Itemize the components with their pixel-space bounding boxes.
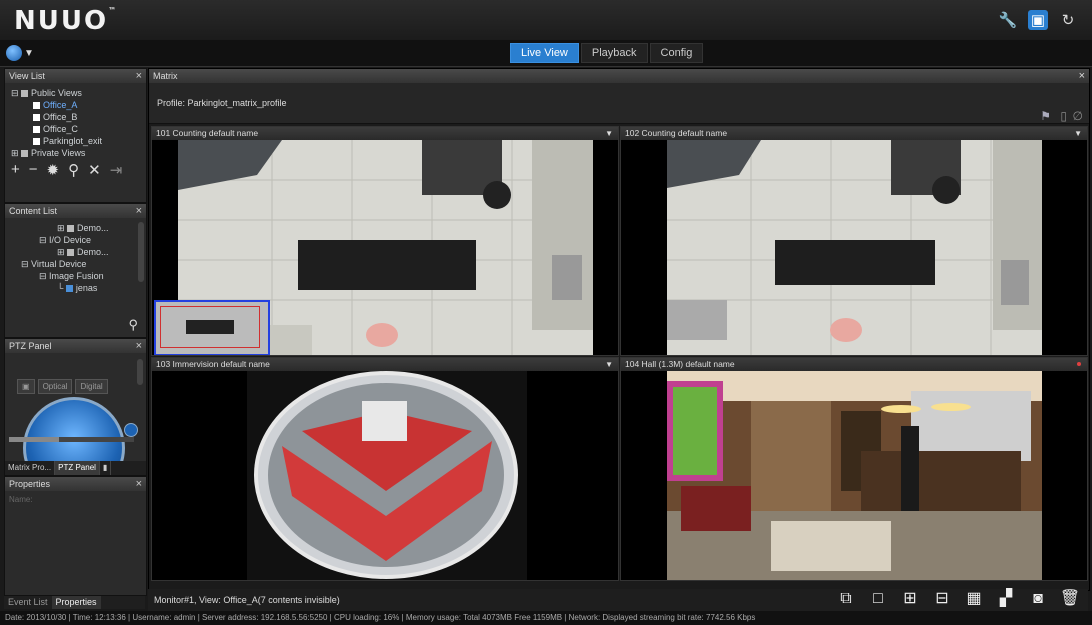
layout-3x3-icon[interactable]: ▦ [964, 590, 984, 608]
name-label: Name: [9, 495, 33, 504]
close-icon[interactable]: × [136, 339, 142, 353]
remove-icon[interactable]: − [29, 161, 38, 179]
wrench-icon[interactable]: 🔧 [998, 10, 1018, 30]
tab-config[interactable]: Config [649, 43, 704, 63]
monitor-status: Monitor#1, View: Office_A(7 contents inv… [154, 595, 340, 605]
layout-1x1-icon[interactable]: □ [868, 590, 888, 608]
ptz-panel: PTZ Panel × ▣ Optical Digital Matrix Pro.… [4, 338, 147, 476]
layout-custom-icon[interactable]: ▞ [996, 590, 1016, 608]
cell-menu-icon[interactable]: ▼ [605, 358, 613, 371]
search-icon[interactable]: ⚲ [68, 161, 79, 179]
tab-event-list[interactable]: Event List [4, 596, 52, 609]
properties-panel: Properties × Name: [4, 476, 147, 596]
optical-button[interactable]: Optical [37, 379, 73, 394]
camera-feed-102 [667, 140, 1042, 355]
fusion-thumbnail[interactable] [154, 300, 270, 355]
matrix-panel: Matrix × Profile: Parkinglot_matrix_profi… [148, 68, 1090, 591]
tools-icon[interactable]: ✕ [88, 161, 101, 179]
bottom-tabs: Event List Properties [4, 596, 145, 609]
view-tree: ⊟ Public Views Office_A Office_B Office_… [5, 83, 146, 159]
tab-matrix-pro[interactable]: Matrix Pro... [5, 461, 56, 475]
cell-title: 102 Counting default name ▼ [621, 127, 1087, 140]
cell-title: 103 Immervision default name ▼ [152, 358, 618, 371]
tree-item-image-fusion[interactable]: ⊟ Image Fusion [11, 270, 146, 282]
close-icon[interactable]: × [136, 69, 142, 83]
tree-public-views[interactable]: ⊟ Public Views [11, 87, 146, 99]
cell-menu-icon[interactable]: ▼ [605, 127, 613, 140]
matrix-header: Matrix × [149, 69, 1089, 83]
camera-feed-103 [247, 371, 527, 580]
close-icon[interactable]: × [136, 477, 142, 491]
nuuo-logo: NUUO™ [14, 6, 117, 36]
globe-icon [6, 45, 22, 61]
camera-cell-102[interactable]: 102 Counting default name ▼ [620, 126, 1088, 356]
layout-toolbar: ⧉ □ ⊞ ⊟ ▦ ▞ ◙ 🗑 [836, 590, 1080, 608]
tab-ptz-panel[interactable]: PTZ Panel [55, 461, 100, 475]
cell-menu-icon[interactable]: ▼ [1074, 127, 1082, 140]
close-icon[interactable]: × [136, 204, 142, 218]
camera-cell-101[interactable]: 101 Counting default name ▼ [151, 126, 619, 356]
camera-feed-104 [667, 371, 1042, 580]
camera-cell-104[interactable]: 104 Hall (1.3M) default name [620, 357, 1088, 581]
main-tabs: Live View Playback Config [510, 43, 704, 63]
close-icon[interactable]: × [1079, 69, 1085, 83]
status-bar: Monitor#1, View: Office_A(7 contents inv… [148, 589, 1088, 611]
tree-item-demo-1[interactable]: ⊞ Demo... [11, 222, 146, 234]
tab-live-view[interactable]: Live View [510, 43, 579, 63]
tree-item-virtual-device[interactable]: ⊟ Virtual Device [11, 258, 146, 270]
layout-2x2-icon[interactable]: ⊞ [900, 590, 920, 608]
ptz-tabs: Matrix Pro... PTZ Panel ▮ [5, 461, 146, 475]
view-list-header: View List × [5, 69, 146, 83]
tree-item-demo-2[interactable]: ⊞ Demo... [11, 246, 146, 258]
zoom-knob[interactable] [124, 423, 138, 437]
profile-bar: Profile: Parkinglot_matrix_profile ⚑ ▯ ∅ [149, 83, 1089, 124]
digital-button[interactable]: Digital [75, 379, 108, 394]
cell-title: 104 Hall (1.3M) default name [621, 358, 1087, 371]
footer-status: Date: 2013/10/30 | Time: 12:13:36 | User… [0, 611, 1092, 625]
snapshot-icon[interactable]: ◙ [1028, 590, 1048, 608]
tab-more[interactable]: ▮ [100, 461, 112, 475]
trash-icon[interactable]: 🗑 [1060, 590, 1080, 608]
add-icon[interactable]: + [11, 161, 20, 179]
tab-properties[interactable]: Properties [51, 596, 101, 609]
content-list-header: Content List × [5, 204, 146, 218]
tree-item-jenas[interactable]: └ jenas [11, 282, 146, 294]
top-icons: 🔧 ▣ ↻ [998, 10, 1078, 30]
tree-item-office-c[interactable]: Office_C [11, 123, 146, 135]
scrollbar[interactable] [137, 359, 143, 385]
tree-item-io-device[interactable]: ⊟ I/O Device [11, 234, 146, 246]
horizontal-scrollbar[interactable] [9, 437, 134, 442]
scrollbar[interactable] [138, 222, 144, 282]
tree-private-views[interactable]: ⊞ Private Views [11, 147, 146, 159]
tree-item-office-b[interactable]: Office_B [11, 111, 146, 123]
profile-label: Profile: Parkinglot_matrix_profile [157, 98, 287, 108]
globe-menu[interactable]: ▼ [6, 44, 40, 62]
tree-item-parkinglot-exit[interactable]: Parkinglot_exit [11, 135, 146, 147]
ptz-buttons: ▣ Optical Digital [17, 379, 108, 394]
exit-icon[interactable]: ⇥ [110, 161, 123, 179]
swap-layout-icon[interactable]: ⧉ [836, 590, 856, 608]
monitor-icon[interactable]: ▣ [1028, 10, 1048, 30]
view-list-toolbar: + − ✹ ⚲ ✕ ⇥ [5, 159, 146, 181]
nav-bar: ▼ Live View Playback Config [0, 40, 1092, 67]
cell-title: 101 Counting default name ▼ [152, 127, 618, 140]
tab-playback[interactable]: Playback [580, 43, 648, 63]
ptz-lock-button[interactable]: ▣ [17, 379, 35, 394]
content-list-panel: Content List × ⊞ Demo... ⊟ I/O Device ⊞ D… [4, 203, 147, 338]
gear-icon[interactable]: ✹ [47, 161, 60, 179]
content-tree: ⊞ Demo... ⊟ I/O Device ⊞ Demo... ⊟ Virtu… [5, 218, 146, 294]
tree-item-office-a[interactable]: Office_A [11, 99, 146, 111]
properties-header: Properties × [5, 477, 146, 491]
search-icon[interactable]: ⚲ [128, 317, 138, 333]
view-list-panel: View List × ⊟ Public Views Office_A Offic… [4, 68, 147, 203]
ptz-header: PTZ Panel × [5, 339, 146, 353]
layout-1plus3-icon[interactable]: ⊟ [932, 590, 952, 608]
top-bar: NUUO™ 🔧 ▣ ↻ [0, 0, 1092, 41]
chevron-down-icon: ▼ [24, 47, 34, 59]
camera-cell-103[interactable]: 103 Immervision default name ▼ [151, 357, 619, 581]
refresh-icon[interactable]: ↻ [1058, 10, 1078, 30]
recording-indicator [1077, 362, 1081, 366]
